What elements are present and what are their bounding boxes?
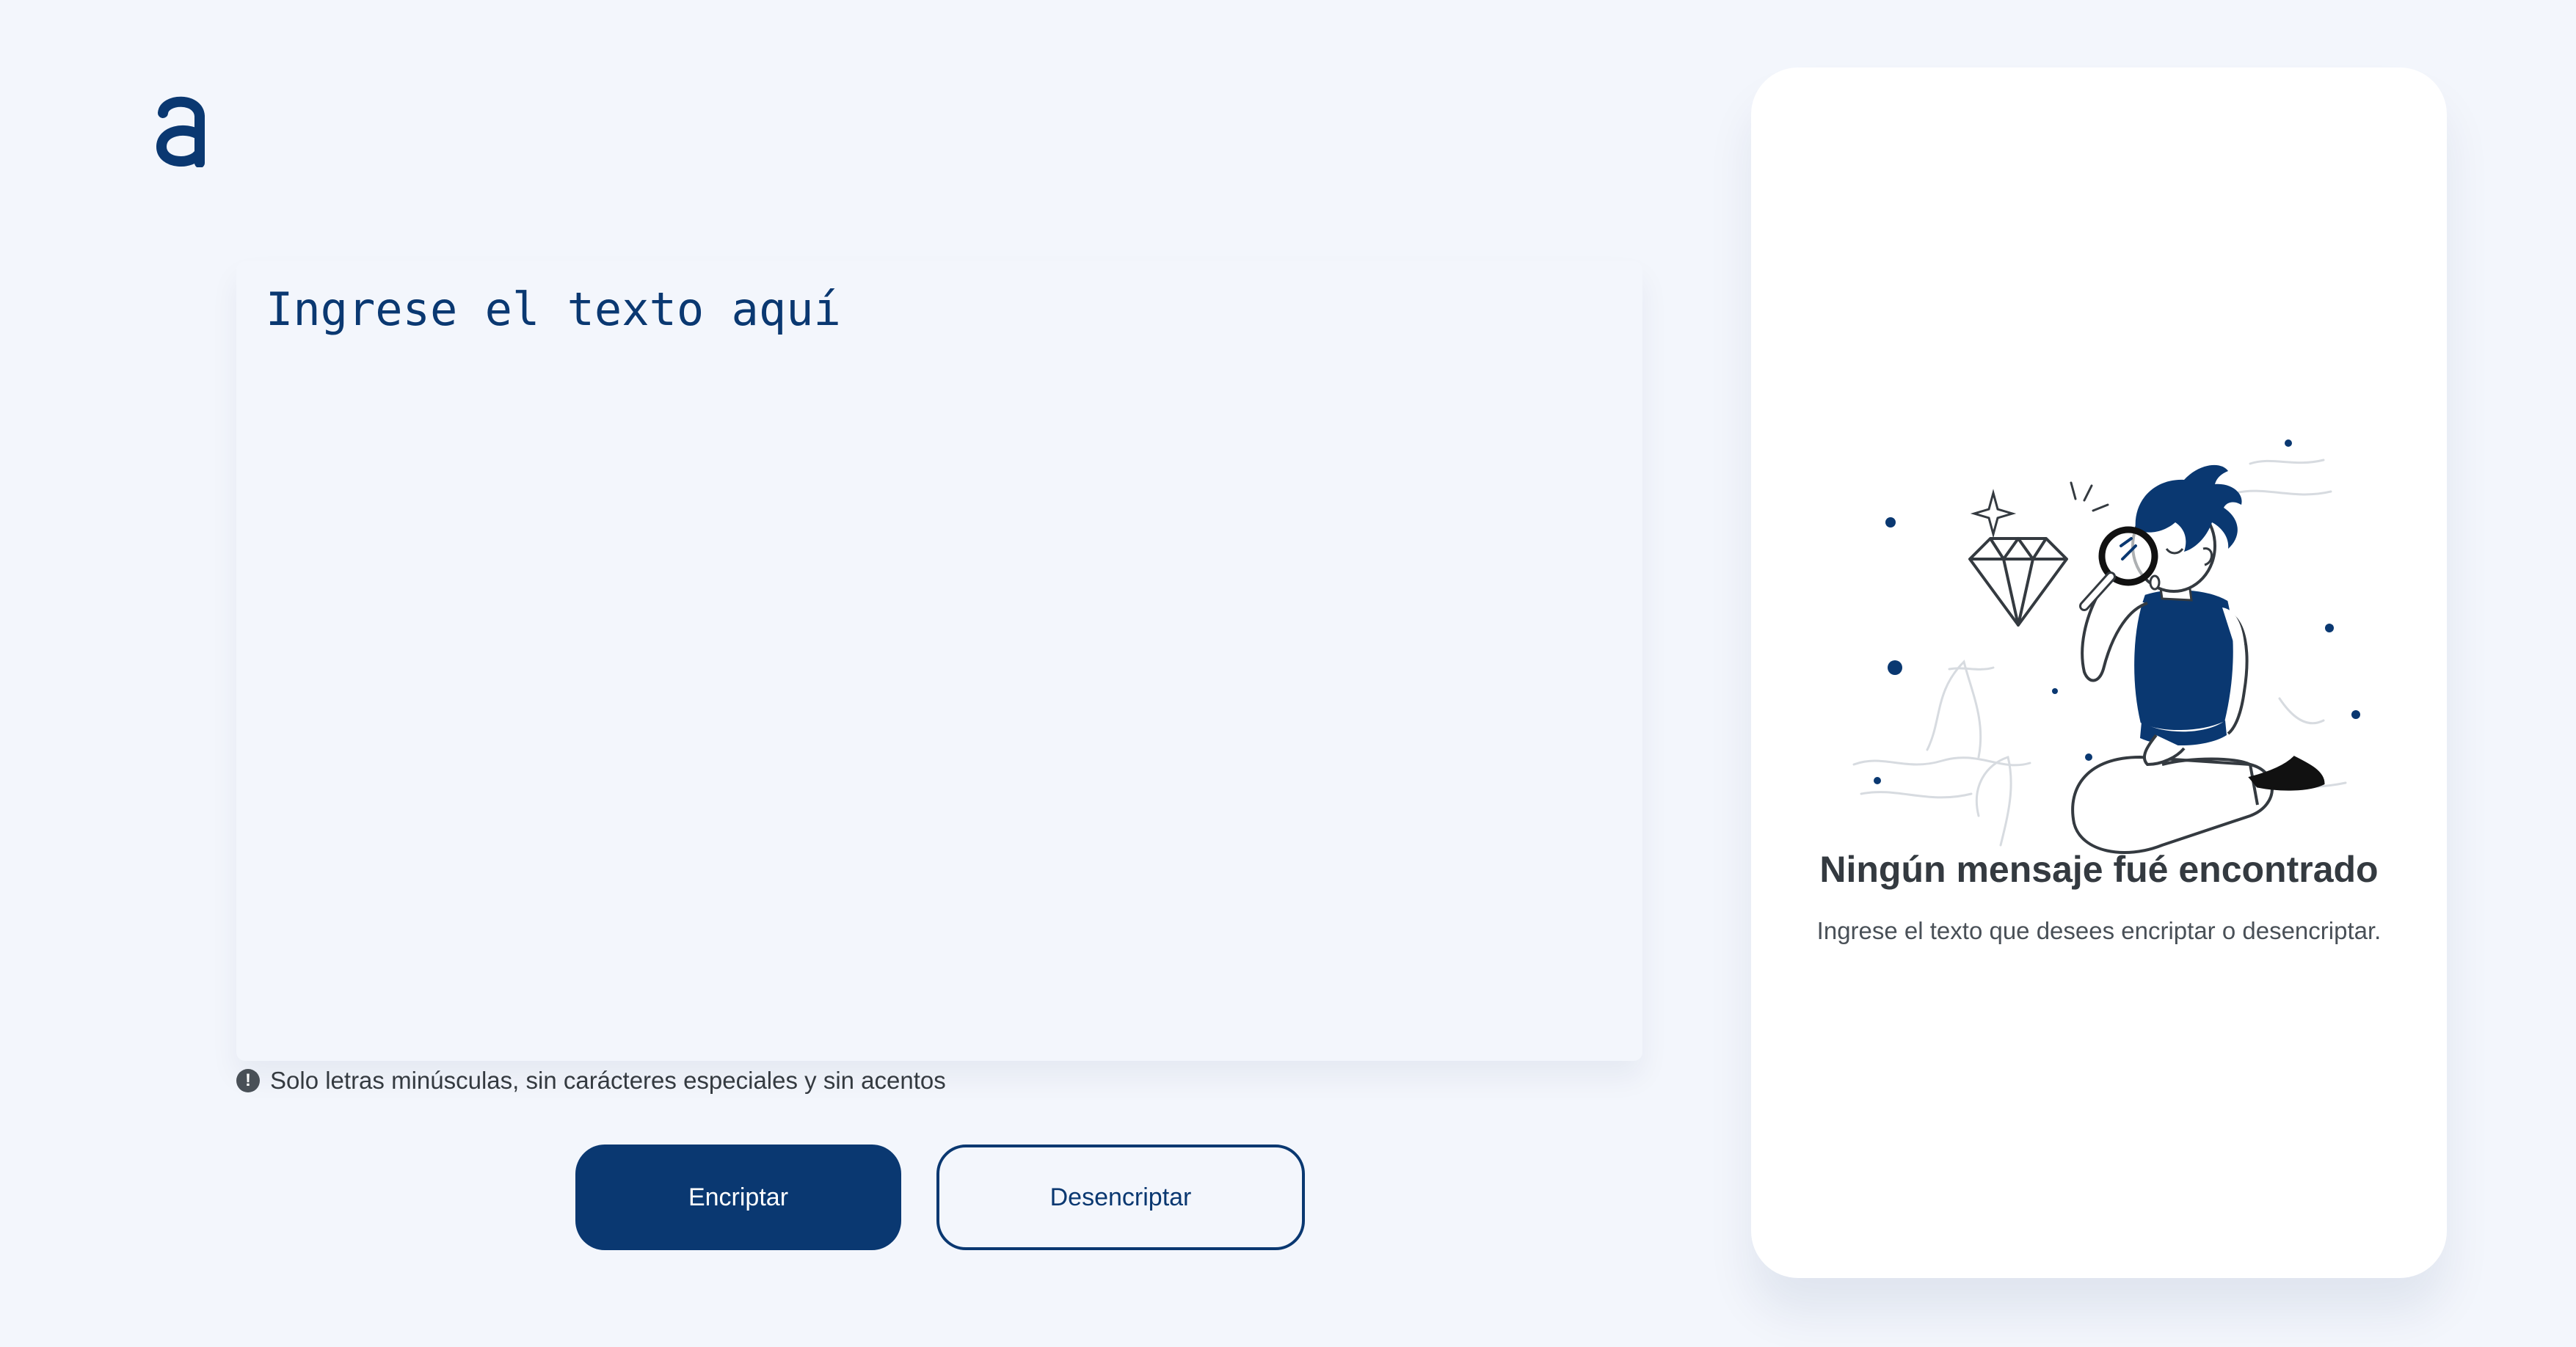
encrypt-button[interactable]: Encriptar [575,1145,901,1250]
result-title: Ningún mensaje fué encontrado [1819,849,2379,890]
page: ! Solo letras minúsculas, sin carácteres… [0,0,2576,1347]
alura-logo-icon[interactable] [156,94,207,167]
text-input[interactable] [236,261,1642,1061]
decrypt-button[interactable]: Desencriptar [936,1145,1305,1250]
hint-text: Solo letras minúsculas, sin carácteres e… [270,1067,946,1094]
text-input-container [236,261,1642,1061]
exclamation-circle-icon: ! [236,1069,260,1092]
diamond-icon [1968,537,2068,627]
input-hint: ! Solo letras minúsculas, sin carácteres… [236,1067,946,1095]
result-card: Ningún mensaje fué encontrado Ingrese el… [1751,67,2447,1278]
magnifying-glass-icon [2079,526,2158,611]
person-with-magnifying-glass-illustration [1852,439,2360,854]
result-subtitle: Ingrese el texto que desees encriptar o … [1816,917,2382,944]
